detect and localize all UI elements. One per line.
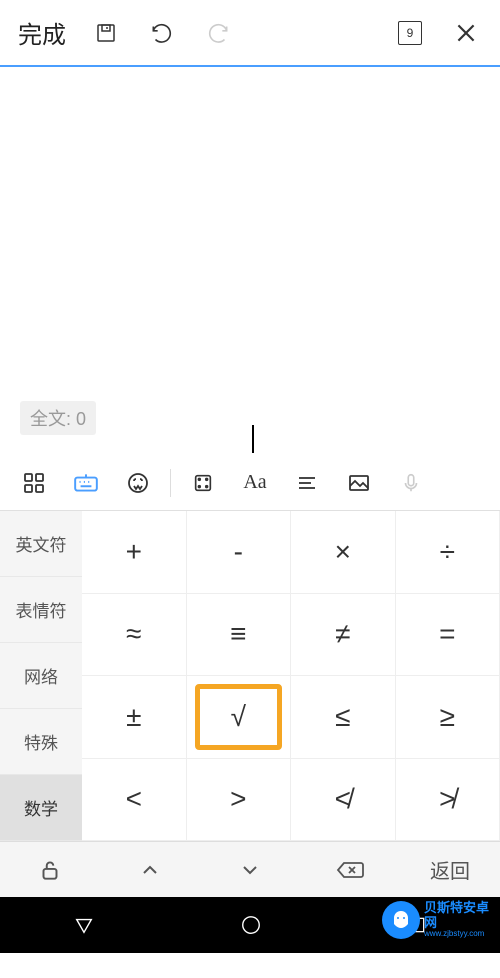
nav-back-icon[interactable] bbox=[73, 914, 95, 936]
close-icon[interactable] bbox=[442, 0, 490, 65]
category-tabs: 英文符 表情符 网络 特殊 数学 bbox=[0, 511, 82, 841]
watermark-title: 贝斯特安卓网 bbox=[424, 901, 492, 930]
font-icon[interactable]: Aa bbox=[231, 459, 279, 507]
chevron-up-icon[interactable] bbox=[100, 842, 200, 897]
symbol-approx[interactable]: ≈ bbox=[82, 594, 187, 677]
symbol-plus[interactable]: + bbox=[82, 511, 187, 594]
editor-toolbar: Aa bbox=[0, 455, 500, 511]
undo-icon[interactable] bbox=[138, 0, 186, 65]
align-icon[interactable] bbox=[283, 459, 331, 507]
page-indicator[interactable]: 9 bbox=[386, 0, 434, 65]
symbol-gt[interactable]: > bbox=[187, 759, 292, 842]
category-tab-math[interactable]: 数学 bbox=[0, 775, 82, 841]
lock-icon[interactable] bbox=[0, 842, 100, 897]
emoji-icon[interactable] bbox=[114, 459, 162, 507]
editor-area[interactable]: 全文: 0 bbox=[0, 65, 500, 455]
keyboard-bottom-bar: 返回 bbox=[0, 841, 500, 897]
watermark-logo-icon bbox=[382, 901, 420, 939]
done-button[interactable]: 完成 bbox=[10, 0, 74, 65]
redo-icon bbox=[194, 0, 242, 65]
symbol-sqrt[interactable]: √ bbox=[187, 676, 292, 759]
symbol-geq[interactable]: ≥ bbox=[396, 676, 500, 759]
android-nav-bar: 贝斯特安卓网 www.zjbstyy.com bbox=[0, 897, 500, 953]
symbol-divide[interactable]: ÷ bbox=[396, 511, 500, 594]
keyboard-icon[interactable] bbox=[62, 459, 110, 507]
fullscreen-icon[interactable] bbox=[179, 459, 227, 507]
text-cursor bbox=[252, 425, 254, 453]
image-icon[interactable] bbox=[335, 459, 383, 507]
symbol-equals[interactable]: = bbox=[396, 594, 500, 677]
category-tab-network[interactable]: 网络 bbox=[0, 643, 82, 709]
save-icon[interactable] bbox=[82, 0, 130, 65]
category-tab-english[interactable]: 英文符 bbox=[0, 511, 82, 577]
symbol-leq[interactable]: ≤ bbox=[291, 676, 396, 759]
symbol-nlt[interactable]: ≮ bbox=[291, 759, 396, 842]
symbol-lt[interactable]: < bbox=[82, 759, 187, 842]
return-button[interactable]: 返回 bbox=[400, 842, 500, 897]
symbol-equiv[interactable]: ≡ bbox=[187, 594, 292, 677]
symbol-multiply[interactable]: × bbox=[291, 511, 396, 594]
symbol-ngt[interactable]: ≯ bbox=[396, 759, 500, 842]
category-tab-special[interactable]: 特殊 bbox=[0, 709, 82, 775]
mic-icon[interactable] bbox=[387, 459, 435, 507]
grid-icon[interactable] bbox=[10, 459, 58, 507]
watermark-url: www.zjbstyy.com bbox=[424, 930, 492, 939]
watermark: 贝斯特安卓网 www.zjbstyy.com bbox=[382, 899, 492, 941]
word-count-badge: 全文: 0 bbox=[20, 401, 96, 435]
backspace-icon[interactable] bbox=[300, 842, 400, 897]
symbol-neq[interactable]: ≠ bbox=[291, 594, 396, 677]
symbol-minus[interactable]: - bbox=[187, 511, 292, 594]
chevron-down-icon[interactable] bbox=[200, 842, 300, 897]
symbol-pm[interactable]: ± bbox=[82, 676, 187, 759]
nav-home-icon[interactable] bbox=[240, 914, 262, 936]
top-bar: 完成 9 bbox=[0, 0, 500, 65]
symbol-grid: + - × ÷ ≈ ≡ ≠ = ± √ ≤ ≥ < > ≮ ≯ bbox=[82, 511, 500, 841]
category-tab-emoji[interactable]: 表情符 bbox=[0, 577, 82, 643]
symbol-panel: 英文符 表情符 网络 特殊 数学 + - × ÷ ≈ ≡ ≠ = ± √ ≤ ≥… bbox=[0, 511, 500, 841]
